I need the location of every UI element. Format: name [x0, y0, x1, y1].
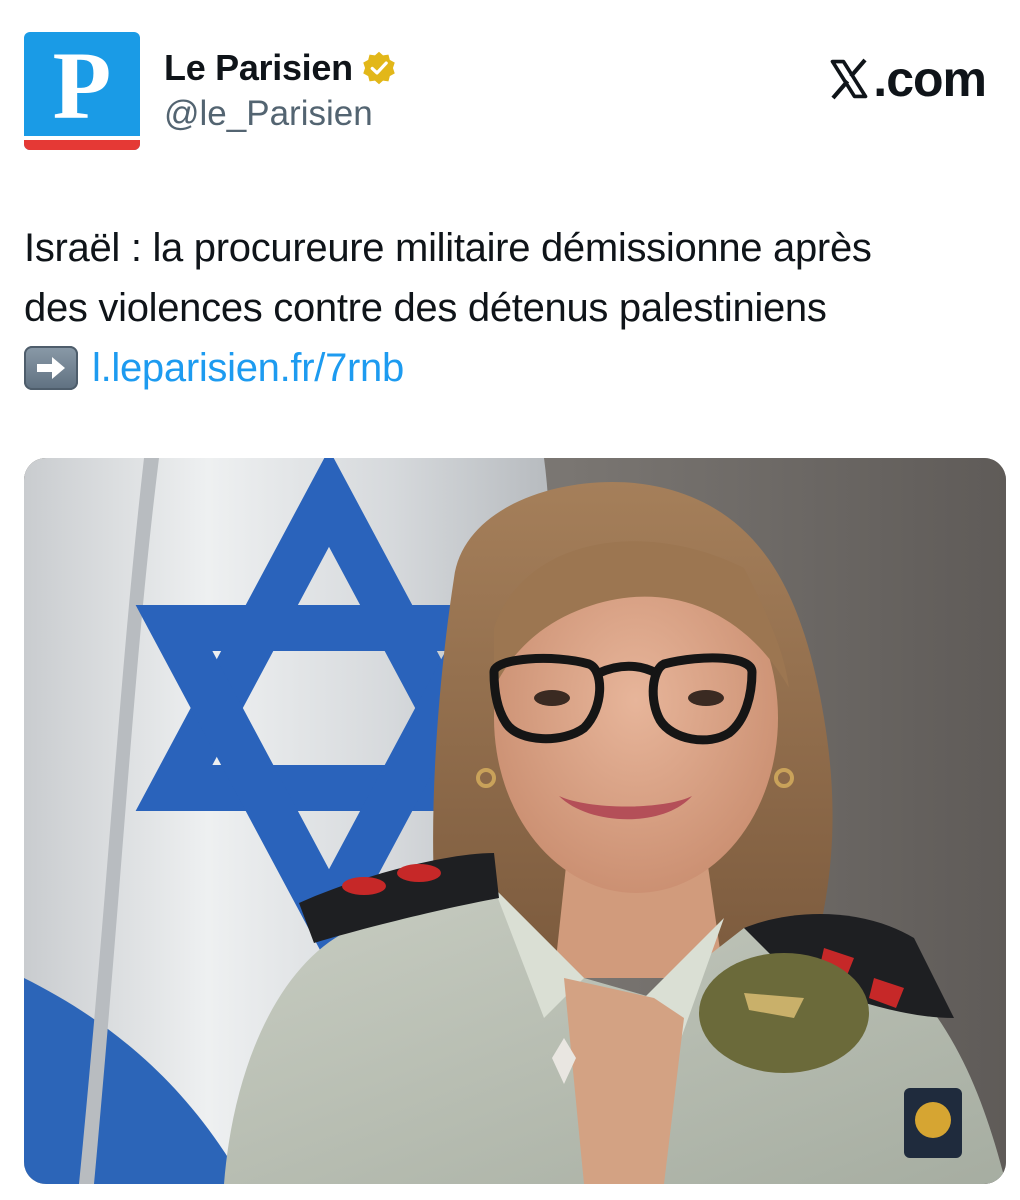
right-arrow-emoji-icon: [24, 346, 78, 390]
account-identity: Le Parisien @le_Parisien: [164, 46, 397, 134]
avatar-logo-letter: P: [52, 32, 112, 139]
avatar-logo-red-stripe: [24, 140, 140, 150]
tweet-text-line: des violences contre des détenus palesti…: [24, 286, 827, 330]
tweet-text: Israël : la procureure militaire démissi…: [24, 218, 996, 398]
platform-label: .com: [873, 51, 987, 107]
x-logo-icon: [830, 58, 868, 100]
tweet-text-line: Israël : la procureure militaire démissi…: [24, 226, 872, 270]
verified-badge-icon: [361, 50, 397, 86]
display-name-row: Le Parisien: [164, 46, 397, 90]
tweet-link[interactable]: l.leparisien.fr/7rnb: [92, 338, 404, 398]
account-handle[interactable]: @le_Parisien: [164, 94, 397, 134]
tweet-header: P Le Parisien @le_Parisien .com: [24, 32, 996, 152]
display-name[interactable]: Le Parisien: [164, 47, 353, 89]
photo-illustration: [24, 458, 1006, 1184]
platform-watermark: .com: [827, 50, 987, 108]
tweet-link-row: l.leparisien.fr/7rnb: [24, 338, 996, 398]
avatar[interactable]: P: [24, 32, 140, 150]
tweet-media-photo[interactable]: [24, 458, 1006, 1184]
